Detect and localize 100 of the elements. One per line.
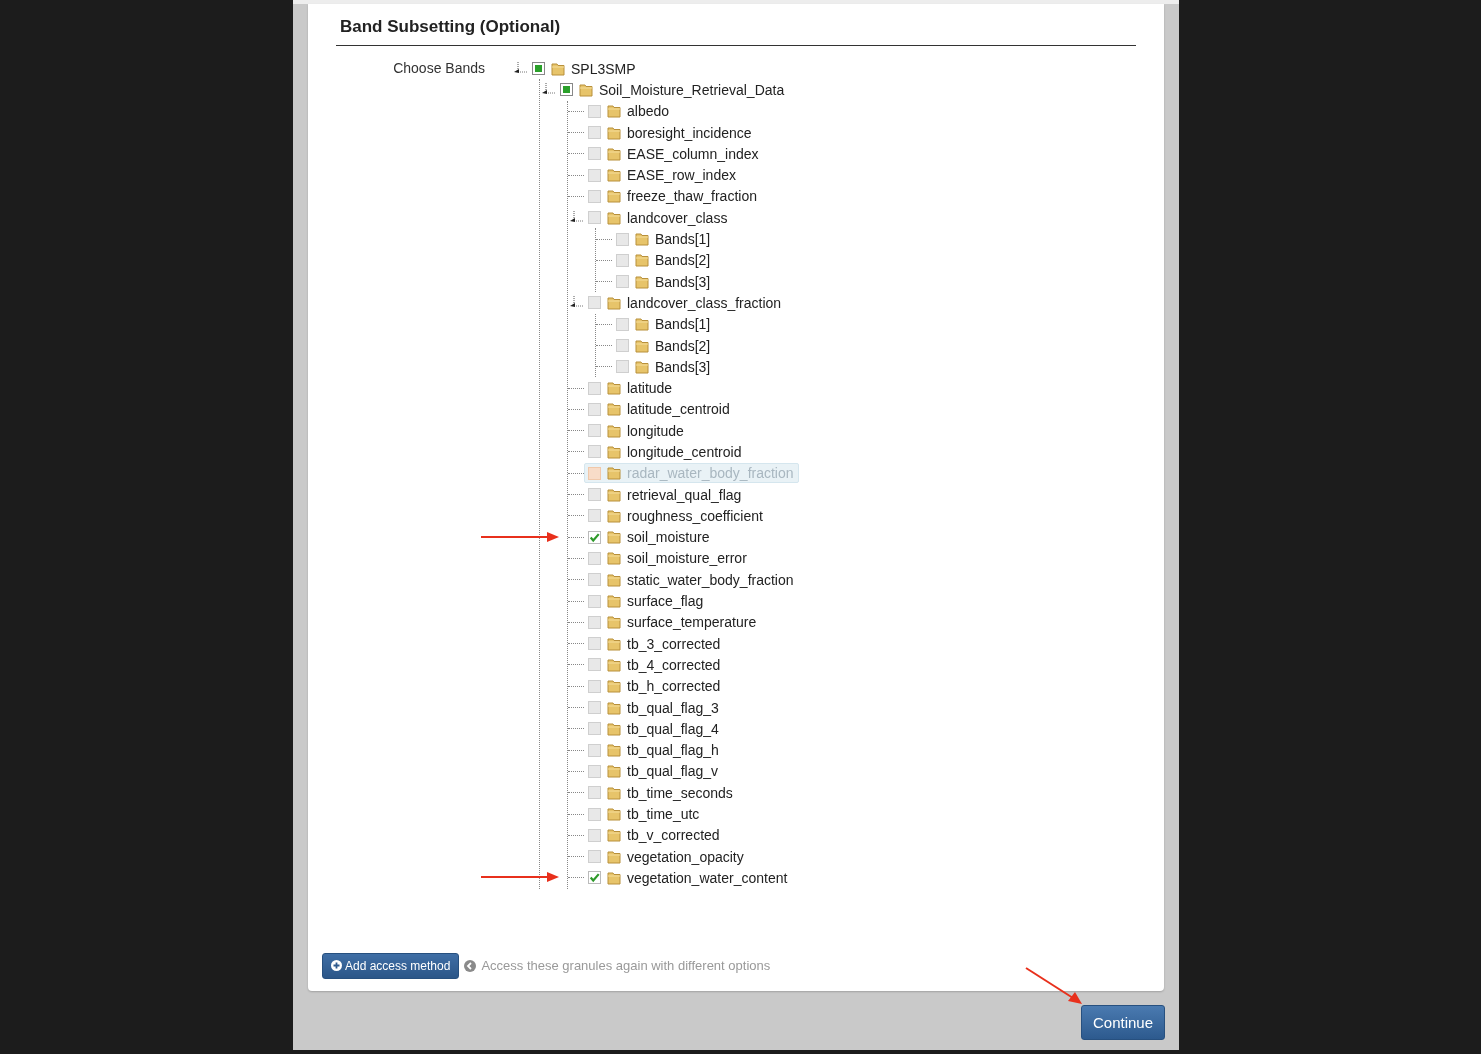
checkbox[interactable] xyxy=(588,573,601,587)
checkbox[interactable] xyxy=(588,381,601,395)
folder-icon xyxy=(607,381,621,396)
folder-icon xyxy=(607,487,621,502)
folder-icon xyxy=(607,295,621,310)
folder-icon xyxy=(607,849,621,864)
folder-icon xyxy=(607,636,621,651)
checkbox[interactable] xyxy=(588,679,601,693)
tree-item[interactable]: tb_qual_flag_v xyxy=(584,761,724,782)
folder-icon xyxy=(607,189,621,204)
checkbox[interactable] xyxy=(588,615,601,629)
tree-item[interactable]: soil_moisture_error xyxy=(584,548,752,569)
tree-item[interactable]: vegetation_opacity xyxy=(584,846,749,867)
checkbox[interactable] xyxy=(588,871,601,885)
checkbox[interactable] xyxy=(588,701,601,715)
tree-item[interactable]: boresight_incidence xyxy=(584,122,757,143)
tree-item[interactable]: tb_time_utc xyxy=(584,804,705,825)
checkbox[interactable] xyxy=(588,530,601,544)
continue-button[interactable]: Continue xyxy=(1080,1004,1165,1040)
checkbox[interactable] xyxy=(588,722,601,736)
tree-item[interactable]: vegetation_water_content xyxy=(584,867,793,888)
folder-icon xyxy=(607,104,621,119)
collapse-icon[interactable] xyxy=(568,210,584,225)
checkbox[interactable] xyxy=(588,168,601,182)
tree-item[interactable]: Bands[2] xyxy=(612,335,716,356)
checkbox[interactable] xyxy=(588,126,601,140)
tree-item[interactable]: Soil_Moisture_Retrieval_Data xyxy=(556,79,790,100)
collapse-icon[interactable] xyxy=(568,295,584,310)
tree-item[interactable]: roughness_coefficient xyxy=(584,505,768,526)
tree-item[interactable]: longitude xyxy=(584,420,689,441)
tree-item[interactable]: landcover_class_fraction xyxy=(584,292,787,313)
tree-item[interactable]: tb_qual_flag_4 xyxy=(584,718,724,739)
checkbox[interactable] xyxy=(588,296,601,310)
checkbox[interactable] xyxy=(588,445,601,459)
checkbox[interactable] xyxy=(588,828,601,842)
tree-item[interactable]: tb_qual_flag_h xyxy=(584,740,724,761)
folder-icon xyxy=(635,359,649,374)
checkbox[interactable] xyxy=(588,424,601,438)
tree-item[interactable]: freeze_thaw_fraction xyxy=(584,186,762,207)
tree-item[interactable]: tb_h_corrected xyxy=(584,676,726,697)
tree-item[interactable]: tb_time_seconds xyxy=(584,782,738,803)
folder-icon xyxy=(551,61,565,76)
checkbox[interactable] xyxy=(588,211,601,225)
checkbox[interactable] xyxy=(616,317,629,331)
tree-item[interactable]: Bands[3] xyxy=(612,356,716,377)
checkbox[interactable] xyxy=(588,189,601,203)
tree-item[interactable]: retrieval_qual_flag xyxy=(584,484,747,505)
collapse-icon[interactable] xyxy=(512,61,528,76)
checkbox[interactable] xyxy=(588,509,601,523)
tree-item[interactable]: SPL3SMP xyxy=(528,58,641,79)
checkbox[interactable] xyxy=(588,807,601,821)
field-label: Choose Bands xyxy=(392,59,485,78)
checkbox[interactable] xyxy=(616,275,629,289)
checkbox[interactable] xyxy=(616,360,629,374)
checkbox[interactable] xyxy=(588,850,601,864)
checkbox[interactable] xyxy=(588,147,601,161)
collapse-icon[interactable] xyxy=(540,82,556,97)
tree-item[interactable]: surface_flag xyxy=(584,591,709,612)
checkbox[interactable] xyxy=(588,466,601,480)
tree-item[interactable]: static_water_body_fraction xyxy=(584,569,799,590)
folder-icon xyxy=(607,572,621,587)
checkbox[interactable] xyxy=(616,253,629,267)
tree-item[interactable]: tb_v_corrected xyxy=(584,825,725,846)
checkbox[interactable] xyxy=(588,743,601,757)
checkbox[interactable] xyxy=(588,488,601,502)
tree-item[interactable]: Bands[3] xyxy=(612,271,716,292)
checkbox[interactable] xyxy=(588,402,601,416)
tree-item[interactable]: longitude_centroid xyxy=(584,442,747,462)
folder-icon xyxy=(635,338,649,353)
tree-item[interactable]: EASE_row_index xyxy=(584,165,741,186)
tree-item[interactable]: tb_4_corrected xyxy=(584,654,726,675)
section-title: Band Subsetting (Optional) xyxy=(336,14,1136,46)
checkbox[interactable] xyxy=(588,764,601,778)
tree-item[interactable]: surface_temperature xyxy=(584,612,762,633)
tree-item[interactable]: latitude_centroid xyxy=(584,399,735,420)
tree-item[interactable]: landcover_class xyxy=(584,207,733,228)
folder-icon xyxy=(607,594,621,609)
tree-item[interactable]: soil_moisture xyxy=(584,527,715,548)
folder-icon xyxy=(607,828,621,843)
checkbox[interactable] xyxy=(588,637,601,651)
add-access-method-button[interactable]: Add access method xyxy=(322,952,460,979)
checkbox[interactable] xyxy=(588,104,601,118)
checkbox[interactable] xyxy=(588,786,601,800)
checkbox[interactable] xyxy=(588,658,601,672)
checkbox[interactable] xyxy=(616,339,629,352)
tree-item[interactable]: EASE_column_index xyxy=(584,143,764,164)
folder-icon xyxy=(607,700,621,715)
tree-item[interactable]: latitude xyxy=(584,378,678,399)
folder-icon xyxy=(607,402,621,417)
folder-icon xyxy=(607,807,621,822)
tree-item[interactable]: Bands[2] xyxy=(612,250,716,271)
tree-item[interactable]: Bands[1] xyxy=(612,314,716,335)
checkbox[interactable] xyxy=(588,551,601,565)
tree-item[interactable]: albedo xyxy=(584,101,675,122)
tree-item[interactable]: tb_qual_flag_3 xyxy=(584,697,724,718)
checkbox[interactable] xyxy=(588,594,601,608)
folder-icon xyxy=(635,317,649,332)
tree-item[interactable]: Bands[1] xyxy=(612,229,716,249)
checkbox[interactable] xyxy=(616,232,629,246)
tree-item[interactable]: tb_3_corrected xyxy=(584,633,726,654)
